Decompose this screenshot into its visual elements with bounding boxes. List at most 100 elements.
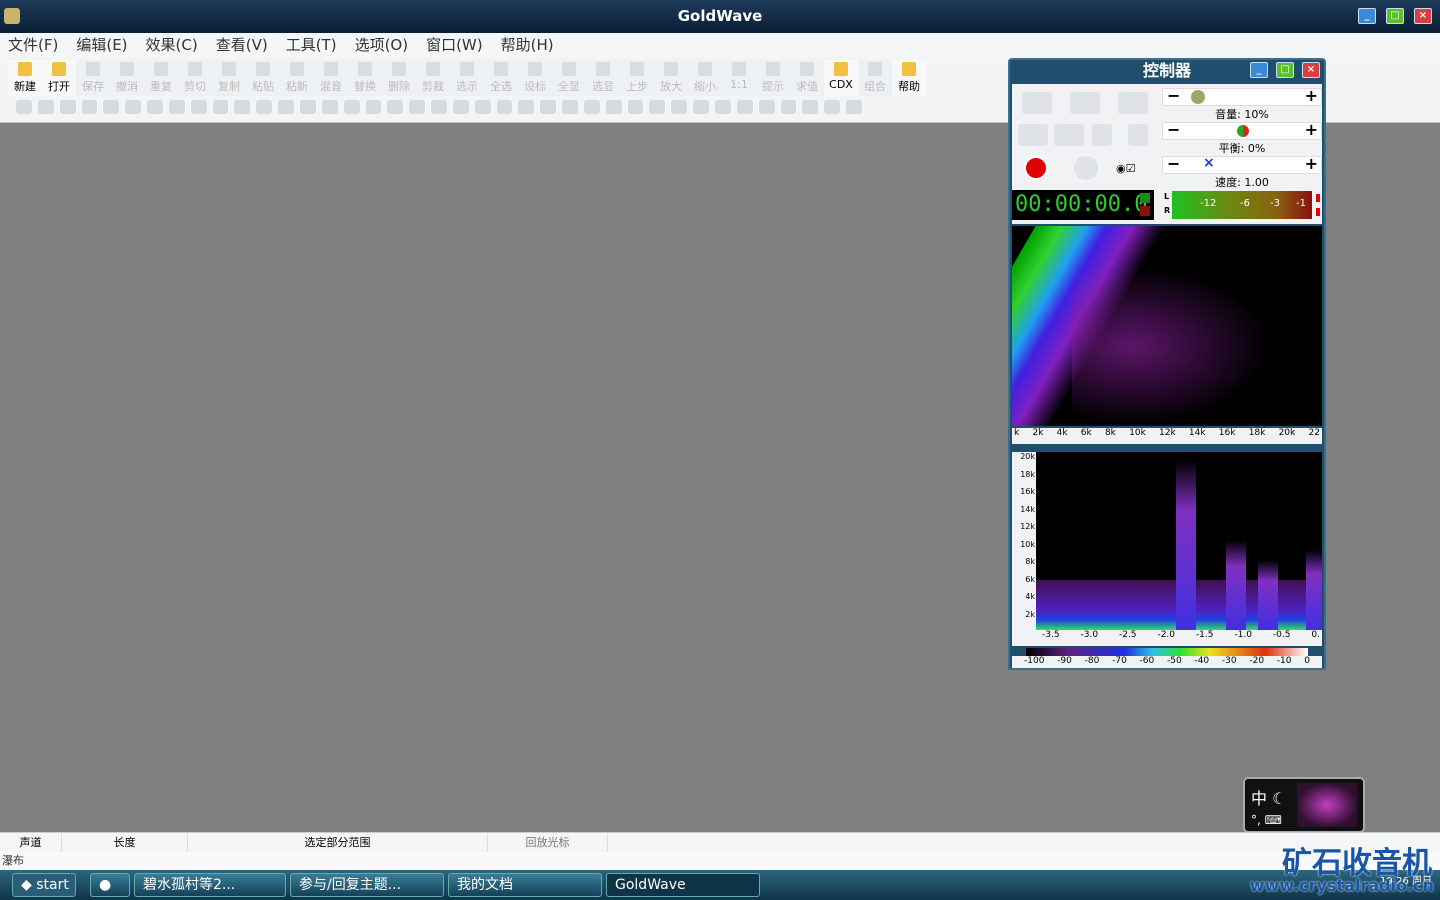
effect-icon[interactable] (758, 100, 775, 114)
effect-icon[interactable] (802, 100, 819, 114)
toolbar-button[interactable]: 帮助 (892, 60, 926, 96)
toolbar-button[interactable]: 混音 (314, 60, 348, 96)
menu-edit[interactable]: 编辑(E) (76, 33, 127, 57)
toolbar-button[interactable]: 剪切 (178, 60, 212, 96)
toolbar-button[interactable]: 设标 (518, 60, 552, 96)
record-button[interactable] (1024, 156, 1048, 180)
ime-keyboard-icon[interactable]: °, ⌨ (1251, 813, 1282, 827)
controller-maximize-button[interactable]: □ (1276, 62, 1294, 78)
toolbar-button[interactable]: 1:1 (722, 60, 756, 96)
menu-tools[interactable]: 工具(T) (286, 33, 337, 57)
rewind-button[interactable] (1018, 124, 1048, 146)
effect-icon[interactable] (824, 100, 841, 114)
toolbar-button[interactable]: 粘新 (280, 60, 314, 96)
effect-icon[interactable] (715, 100, 731, 114)
volume-slider[interactable]: − + (1162, 86, 1322, 106)
effect-icon[interactable] (562, 100, 578, 114)
toolbar-button[interactable]: 放大 (654, 60, 688, 96)
speed-minus-icon[interactable]: − (1167, 154, 1180, 173)
effect-icon[interactable] (431, 100, 447, 114)
toolbar-button[interactable]: 复制 (212, 60, 246, 96)
stop-button[interactable] (1128, 124, 1148, 146)
effect-icon[interactable] (343, 100, 360, 114)
toolbar-button[interactable]: 删除 (382, 60, 416, 96)
volume-minus-icon[interactable]: − (1167, 86, 1180, 105)
task-item[interactable]: 参与/回复主题... (290, 873, 444, 897)
effect-icon[interactable] (693, 100, 709, 114)
menu-options[interactable]: 选项(O) (355, 33, 409, 57)
effect-icon[interactable] (846, 100, 862, 114)
effect-icon[interactable] (518, 100, 535, 114)
play-selection-button[interactable] (1070, 92, 1100, 114)
effect-icon[interactable] (605, 100, 622, 114)
effect-icon[interactable] (627, 100, 644, 114)
speed-knob-icon[interactable]: × (1203, 155, 1215, 171)
effect-icon[interactable] (81, 100, 98, 114)
toolbar-button[interactable]: 新建 (8, 60, 42, 96)
minimize-button[interactable]: _ (1358, 8, 1376, 24)
close-button[interactable]: × (1414, 8, 1432, 24)
effect-icon[interactable] (387, 100, 404, 114)
speed-slider[interactable]: − × + (1162, 154, 1322, 174)
play-from-cursor-button[interactable] (1118, 92, 1148, 114)
effect-icon[interactable] (103, 100, 120, 114)
effect-icon[interactable] (780, 100, 797, 114)
effect-icon[interactable] (256, 100, 273, 114)
quick-launch-icon[interactable]: ● (90, 873, 130, 897)
toolbar-button[interactable]: 提示 (756, 60, 790, 96)
toolbar-button[interactable]: 重复 (144, 60, 178, 96)
ime-widget[interactable]: 中 ☾ °, ⌨ (1243, 777, 1365, 833)
toolbar-button[interactable]: 选示 (450, 60, 484, 96)
volume-knob-icon[interactable] (1191, 90, 1205, 104)
toolbar-button[interactable]: 粘贴 (246, 60, 280, 96)
task-item-goldwave[interactable]: GoldWave (606, 873, 760, 897)
effect-icon[interactable] (496, 100, 513, 114)
effect-icon[interactable] (234, 100, 251, 114)
effect-icon[interactable] (649, 100, 666, 114)
menu-help[interactable]: 帮助(H) (501, 33, 554, 57)
effect-icon[interactable] (125, 100, 142, 114)
toolbar-button[interactable]: 求值 (790, 60, 824, 96)
effect-icon[interactable] (59, 100, 76, 114)
toolbar-button[interactable]: CDX (824, 60, 858, 96)
balance-plus-icon[interactable]: + (1305, 120, 1318, 139)
toolbar-button[interactable]: 打开 (42, 60, 76, 96)
menu-view[interactable]: 查看(V) (216, 33, 268, 57)
maximize-button[interactable]: □ (1386, 8, 1404, 24)
task-item[interactable]: 碧水孤村等2... (134, 873, 286, 897)
balance-slider[interactable]: − + (1162, 120, 1322, 140)
ime-language-label[interactable]: 中 (1251, 789, 1267, 808)
balance-minus-icon[interactable]: − (1167, 120, 1180, 139)
effect-icon[interactable] (474, 100, 491, 114)
toolbar-button[interactable]: 选显 (586, 60, 620, 96)
effect-icon[interactable] (365, 100, 382, 114)
effect-icon[interactable] (190, 100, 207, 114)
effect-icon[interactable] (736, 100, 753, 114)
balance-knob-icon[interactable] (1237, 125, 1249, 137)
volume-plus-icon[interactable]: + (1305, 86, 1318, 105)
play-button[interactable] (1022, 92, 1052, 114)
effect-icon[interactable] (540, 100, 557, 114)
toolbar-button[interactable]: 撤消 (110, 60, 144, 96)
effect-icon[interactable] (671, 100, 688, 114)
effect-icon[interactable] (278, 100, 294, 114)
effect-icon[interactable] (321, 100, 338, 114)
toolbar-button[interactable]: 剪裁 (416, 60, 450, 96)
toolbar-button[interactable]: 保存 (76, 60, 110, 96)
effect-icon[interactable] (168, 100, 185, 114)
toolbar-button[interactable]: 组合 (858, 60, 892, 96)
effect-icon[interactable] (583, 100, 600, 114)
effect-icon[interactable] (452, 100, 469, 114)
effect-icon[interactable] (16, 100, 32, 114)
toolbar-button[interactable]: 缩小 (688, 60, 722, 96)
menu-file[interactable]: 文件(F) (8, 33, 58, 57)
toolbar-button[interactable]: 上步 (620, 60, 654, 96)
start-button[interactable]: ◆ start (12, 873, 76, 897)
record-pause-button[interactable] (1074, 156, 1098, 180)
controller-close-button[interactable]: × (1302, 62, 1320, 78)
controller-window[interactable]: 控制器 _ □ × ◉☑ − + 音量: 10% − + 平衡: 0% − × + 速度: … (1008, 58, 1326, 670)
toolbar-button[interactable]: 全选 (484, 60, 518, 96)
effect-icon[interactable] (409, 100, 426, 114)
record-options-checkbox[interactable]: ◉☑ (1116, 162, 1144, 176)
menu-window[interactable]: 窗口(W) (426, 33, 483, 57)
